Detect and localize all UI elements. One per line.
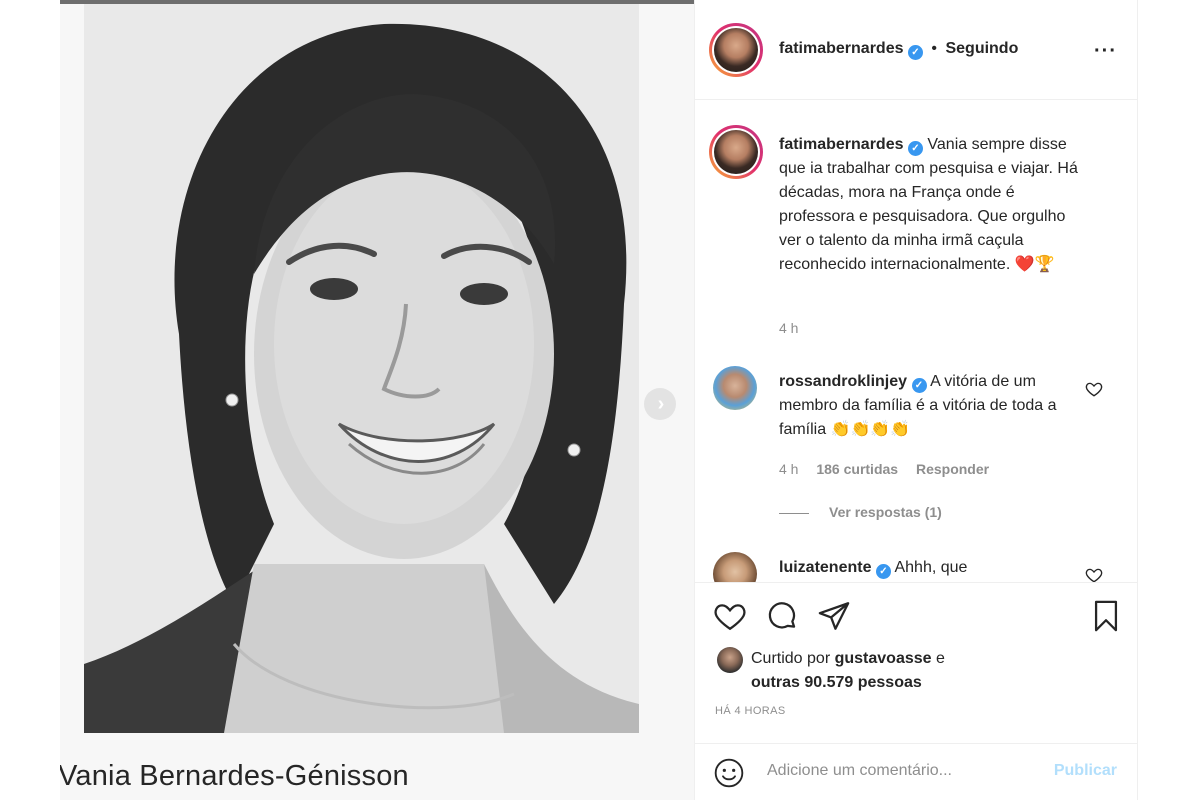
author-avatar[interactable] (709, 23, 763, 77)
reply-button[interactable]: Responder (916, 461, 989, 477)
verified-badge-icon: ✓ (907, 45, 923, 60)
emoji-smile-icon[interactable] (713, 757, 745, 789)
next-media-button[interactable]: › (644, 388, 676, 420)
post-details-pane: fatimabernardes ✓ • Seguindo ··· fatimab… (694, 0, 1139, 800)
post-photo[interactable] (84, 4, 639, 733)
commenter-avatar[interactable] (713, 366, 757, 410)
caption-text: Vania sempre disse que ia trabalhar com … (779, 136, 1078, 273)
comment-item: rossandroklinjey ✓ A vitória de um membr… (779, 370, 1069, 442)
liker-username[interactable]: gustavoasse (835, 650, 932, 667)
post-actions: Curtido por gustavoasse e outras 90.579 … (695, 582, 1139, 800)
verified-badge-icon: ✓ (875, 564, 891, 579)
view-replies-button[interactable]: Ver respostas (1) (779, 504, 942, 520)
like-comment-heart-icon[interactable] (1085, 566, 1103, 582)
comment-bubble-icon[interactable] (765, 599, 799, 633)
liker-avatar[interactable] (717, 647, 743, 673)
page-background (1138, 0, 1200, 800)
commenter-avatar[interactable] (713, 552, 757, 582)
comment-text: Ahhh, que (894, 559, 968, 576)
more-horizontal-icon[interactable]: ··· (1094, 40, 1117, 63)
caption-username[interactable]: fatimabernardes (779, 136, 904, 153)
post-caption: fatimabernardes ✓ Vania sempre disse que… (779, 133, 1079, 277)
comment-time[interactable]: 4 h (779, 461, 798, 477)
caption-author-avatar[interactable] (709, 125, 763, 179)
add-comment-input[interactable] (767, 762, 1027, 780)
separator-dot: • (931, 40, 938, 57)
save-bookmark-icon[interactable] (1089, 599, 1123, 633)
header-user-line: fatimabernardes ✓ • Seguindo (779, 40, 1018, 60)
liked-and-label: e (936, 650, 945, 667)
replies-divider (779, 512, 809, 514)
likes-text: Curtido por gustavoasse e outras 90.579 … (751, 647, 1091, 695)
author-username[interactable]: fatimabernardes (779, 40, 904, 57)
photo-caption: Vania Bernardes-Génisson (60, 760, 409, 792)
verified-badge-icon: ✓ (911, 378, 927, 393)
commenter-username[interactable]: luizatenente (779, 559, 871, 576)
verified-badge-icon: ✓ (907, 141, 923, 156)
post-header: fatimabernardes ✓ • Seguindo ··· (695, 0, 1139, 100)
portrait-image (84, 4, 639, 733)
post-media: Vania Bernardes-Génisson › (60, 0, 694, 800)
comment-item: luizatenente ✓ Ahhh, que (779, 556, 1069, 580)
likes-count[interactable]: outras 90.579 pessoas (751, 674, 922, 691)
commenter-username[interactable]: rossandroklinjey (779, 373, 907, 390)
comments-list[interactable]: fatimabernardes ✓ Vania sempre disse que… (695, 100, 1139, 582)
comment-meta: 4 h 186 curtidas Responder (779, 461, 1003, 477)
like-comment-heart-icon[interactable] (1085, 380, 1103, 398)
comment-likes[interactable]: 186 curtidas (816, 461, 898, 477)
post-time-ago[interactable]: HÁ 4 HORAS (715, 705, 786, 717)
liked-by-label: Curtido por (751, 650, 831, 667)
chevron-right-icon: › (657, 393, 665, 415)
caption-time[interactable]: 4 h (779, 320, 798, 336)
follow-status-button[interactable]: Seguindo (945, 40, 1018, 57)
like-heart-icon[interactable] (713, 599, 747, 633)
add-comment-bar: Publicar (695, 743, 1139, 800)
publish-button[interactable]: Publicar (1054, 762, 1117, 780)
share-send-icon[interactable] (817, 599, 851, 633)
view-replies-label: Ver respostas (1) (829, 504, 942, 520)
